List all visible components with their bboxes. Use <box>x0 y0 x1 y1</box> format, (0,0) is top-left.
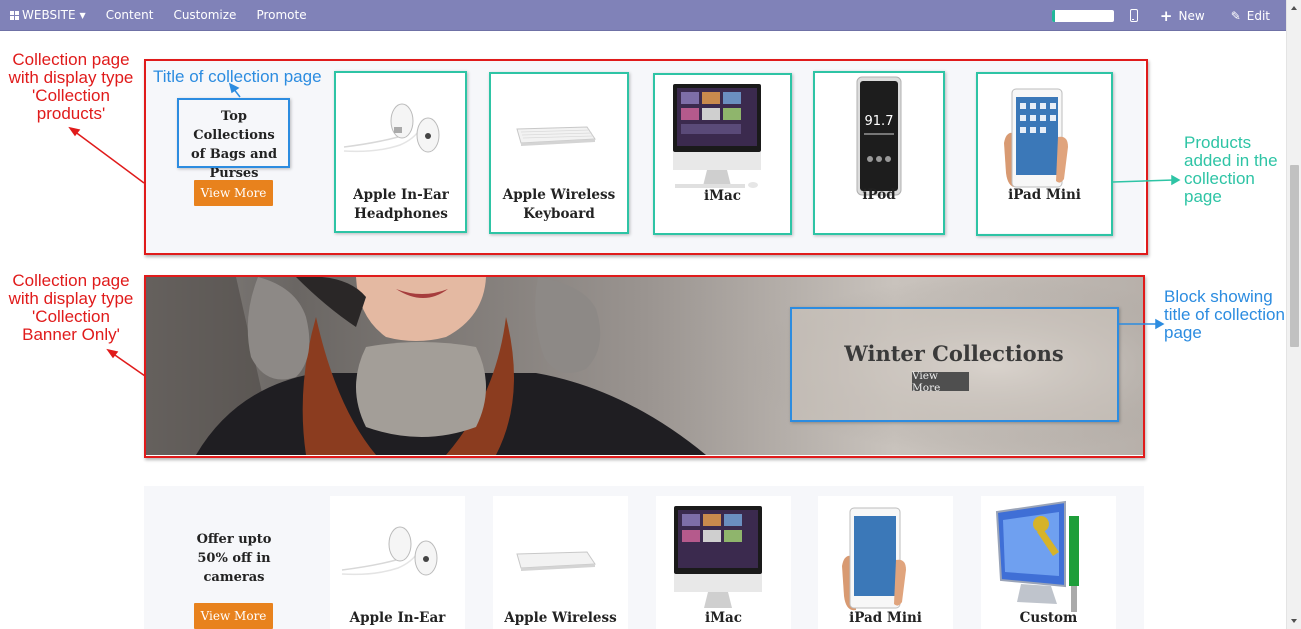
view-more-button-3[interactable]: View More <box>194 603 273 629</box>
product-name: iPad Mini <box>1008 187 1081 203</box>
banner-title: Winter Collections <box>844 341 1064 366</box>
product-card[interactable]: iMac <box>655 74 790 233</box>
collection-title-3: Offer upto 50% off in cameras <box>184 530 284 587</box>
menu-content[interactable]: Content <box>96 0 164 31</box>
product-card[interactable]: Apple Wireless Keyboard <box>491 73 627 233</box>
product-name: iPad Mini <box>849 610 922 626</box>
product-name: Custom <box>1019 610 1078 626</box>
product-name: Apple Wireless <box>504 610 617 626</box>
new-button[interactable]: + New <box>1160 7 1205 25</box>
product-card[interactable]: iPad Mini <box>818 496 953 629</box>
product-card[interactable]: Apple In-Ear Headphones <box>336 73 466 233</box>
progress-bar <box>1051 9 1114 22</box>
product-name: Apple In-Ear <box>349 610 446 626</box>
earphones-image <box>343 103 440 153</box>
collection-title-text: Top Collections of Bags and Purses <box>190 109 278 181</box>
menu-customize[interactable]: Customize <box>163 0 246 31</box>
website-topbar: WEBSITE ▼ Content Customize Promote + Ne… <box>0 0 1286 31</box>
scroll-thumb[interactable] <box>1290 165 1299 347</box>
annotation-collection-banner: Collection page with display type 'Colle… <box>8 271 134 344</box>
product-name: iMac <box>704 610 743 626</box>
ipod-image: 91.7 <box>856 76 902 196</box>
product-name: iPod <box>862 187 896 203</box>
annotation-block-title: Block showing title of collection page <box>1164 287 1285 342</box>
scroll-down-arrow-icon[interactable] <box>1291 619 1297 623</box>
tools-monitor-image <box>995 500 1079 612</box>
annotation-title-of-collection: Title of collection page <box>153 67 322 86</box>
progress-fill <box>1051 9 1056 22</box>
caret-down-icon: ▼ <box>79 10 86 20</box>
keyboard-image <box>516 551 596 571</box>
ipad-image <box>1004 88 1068 188</box>
svg-text:91.7: 91.7 <box>865 114 894 129</box>
collection-title-1: Top Collections of Bags and Purses <box>180 107 288 183</box>
website-menu-button[interactable]: WEBSITE ▼ <box>0 0 96 31</box>
banner-title-block: Winter Collections View More <box>790 307 1118 421</box>
pencil-icon: ✎ <box>1230 8 1241 23</box>
annotation-products-added: Products added in the collection page <box>1184 133 1278 206</box>
product-card[interactable]: Apple Wireless <box>493 496 628 629</box>
earphones-image <box>341 526 438 576</box>
product-card[interactable]: iPad Mini <box>978 73 1111 233</box>
banner-view-more-button[interactable]: View More <box>912 370 969 394</box>
imac-image <box>673 84 761 188</box>
mobile-preview-icon[interactable] <box>1129 9 1138 22</box>
website-label: WEBSITE <box>22 8 76 22</box>
ipad-image <box>842 507 906 611</box>
imac-image <box>674 506 762 608</box>
apps-grid-icon <box>10 10 19 20</box>
product-name: Apple Wireless Keyboard <box>502 187 616 222</box>
menu-promote[interactable]: Promote <box>246 0 316 31</box>
product-name: iMac <box>703 188 742 204</box>
keyboard-image <box>516 126 596 146</box>
product-card[interactable]: iMac <box>656 496 791 629</box>
view-more-button[interactable]: View More <box>194 180 273 206</box>
edit-label: Edit <box>1246 8 1270 23</box>
page: WEBSITE ▼ Content Customize Promote + Ne… <box>0 0 1301 629</box>
vertical-scrollbar[interactable] <box>1286 0 1301 629</box>
product-name: Apple In-Ear Headphones <box>353 187 449 222</box>
plus-icon: + <box>1159 6 1173 25</box>
product-card[interactable]: Custom <box>981 496 1116 629</box>
edit-button[interactable]: ✎ Edit <box>1231 9 1270 23</box>
annotation-collection-products: Collection page with display type 'Colle… <box>8 50 134 123</box>
new-label: New <box>1178 8 1205 23</box>
scroll-up-arrow-icon[interactable] <box>1291 6 1297 10</box>
collection-title-text: Offer upto 50% off in cameras <box>196 532 272 585</box>
product-card[interactable]: 91.7 iPod <box>815 73 943 233</box>
product-card[interactable]: Apple In-Ear <box>330 496 465 629</box>
